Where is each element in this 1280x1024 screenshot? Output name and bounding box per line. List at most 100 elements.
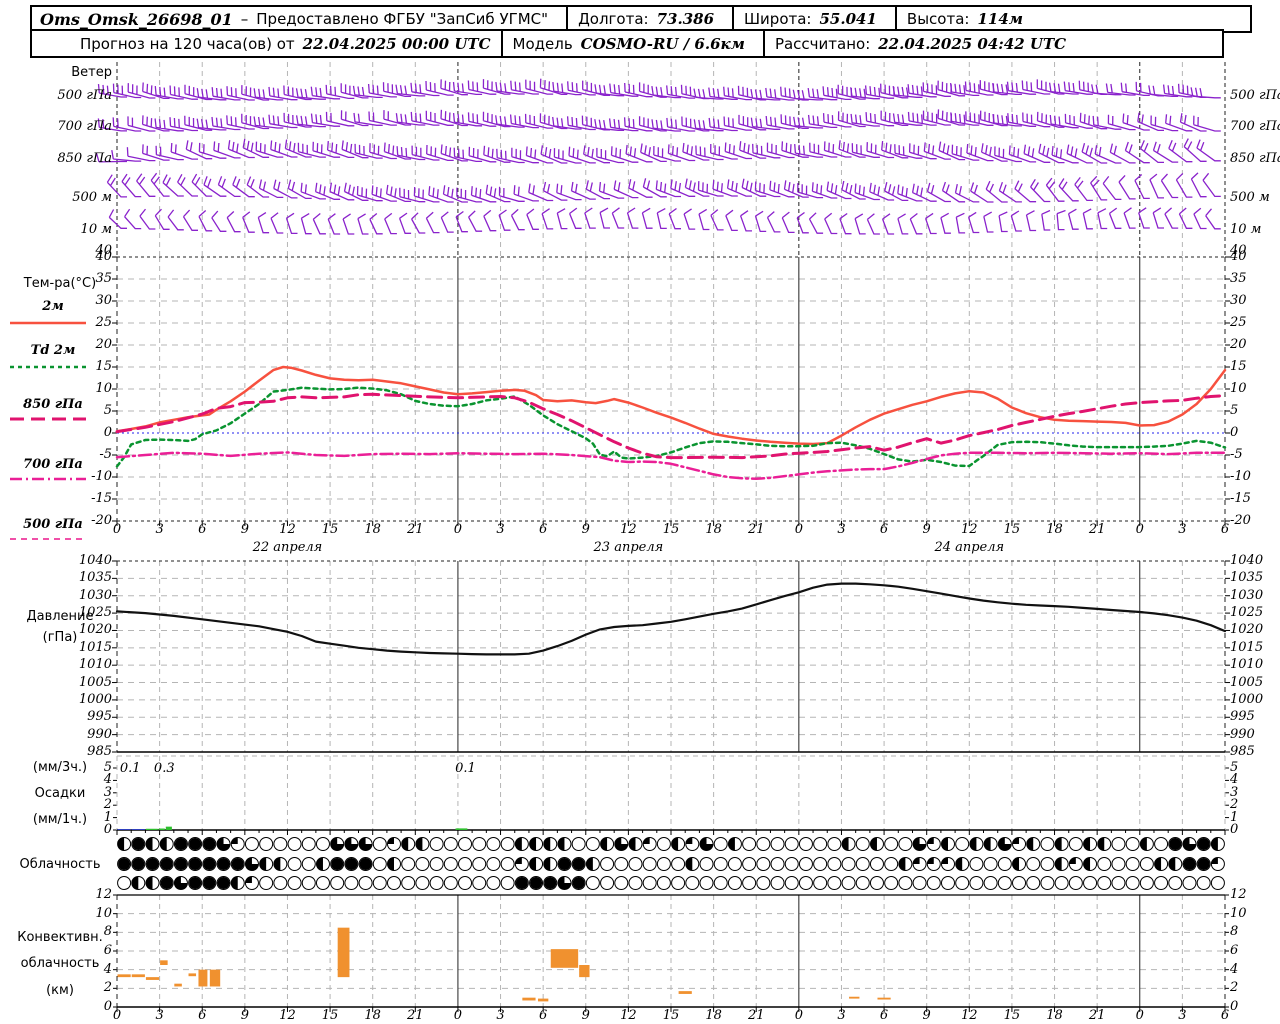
wind-barb (1082, 208, 1093, 230)
wind-barb (697, 181, 724, 197)
wind-barb (712, 180, 738, 197)
wind-barb (1102, 176, 1122, 201)
wind-barb (1090, 175, 1108, 201)
cloud-cover-circle-fill (1069, 857, 1076, 864)
pressure-ytick-right: 1030 (1230, 587, 1264, 603)
cloud-cover-circle (1168, 876, 1183, 890)
cloud-cover-circle (273, 876, 288, 890)
wind-barb-row-4 (106, 172, 1221, 203)
temp-ytick-right: 30 (1230, 293, 1247, 308)
hour-label: 0 (794, 522, 803, 537)
cloud-cover-circle-fill (530, 877, 543, 889)
pressure-ytick-left: 1005 (78, 674, 112, 690)
cloud-cover-circle-fill (543, 857, 551, 871)
hour-label: 12 (279, 522, 296, 537)
temp-ytick-right: -15 (1230, 491, 1251, 506)
hour-label-bottom: 18 (364, 1008, 381, 1023)
cloud-cover-circle (458, 876, 473, 890)
temp-ytick-left: 0 (103, 425, 112, 440)
temp-ytick-right: 25 (1230, 315, 1247, 330)
cloud-cover-circle-fill (1169, 838, 1182, 850)
wind-barb (655, 180, 681, 198)
cloud-cover-circle (1040, 857, 1055, 871)
cloud-cover-circle (443, 857, 458, 871)
cloud-cover-circle-fill (728, 837, 735, 851)
wind-barb (626, 207, 639, 229)
cloud-cover-circle (813, 857, 828, 871)
hour-label: 3 (837, 522, 846, 537)
cloud-cover-circle (727, 857, 742, 871)
hour-label: 12 (961, 522, 978, 537)
hour-label: 0 (1135, 522, 1144, 537)
cloud-cover-circle-fill (558, 858, 571, 870)
pressure-ytick-right: 1005 (1230, 674, 1264, 690)
wind-barb (541, 208, 554, 230)
wind-barb (1058, 178, 1079, 202)
cloud-cover-circle-fill (643, 837, 650, 844)
wind-barb (124, 208, 142, 230)
cloud-cover-circle-fill (117, 837, 125, 851)
cloud-cover-circle (486, 876, 501, 890)
wind-barb (641, 207, 653, 229)
wind-barb (226, 211, 241, 233)
cloud-cover-circle (642, 876, 657, 890)
legend-label-t2m: 2м (42, 299, 64, 314)
cloud-cover-circle-fill (842, 837, 849, 851)
wind-barb (198, 210, 213, 232)
wind-barb (371, 185, 397, 202)
hour-label-bottom: 15 (321, 1008, 339, 1023)
hour-label: 3 (155, 522, 164, 537)
cloud-cover-circle (600, 876, 615, 890)
precip-bar (145, 828, 158, 830)
cloud-cover-circle (742, 876, 757, 890)
wind-barb (841, 180, 866, 200)
cloud-cover-circle (756, 857, 771, 871)
hour-label: 0 (112, 522, 122, 537)
cloud-cover-circle (273, 837, 288, 851)
cloud-cover-circle-fill (1097, 837, 1105, 851)
cloud-cover-circle (287, 876, 302, 890)
cloud-cover-circle (358, 876, 373, 890)
temp-ytick-right: 5 (1230, 403, 1239, 418)
cloud-cover-circle (415, 876, 430, 890)
cloud-cover-circle (827, 837, 842, 851)
cloud-cover-circle (1068, 837, 1083, 851)
conv-ytick-left: 4 (103, 961, 112, 977)
cloud-cover-circle (1012, 876, 1027, 890)
convective-cloud-bar (198, 969, 208, 987)
pressure-ytick-left: 990 (87, 726, 112, 742)
wind-barb (1108, 207, 1122, 229)
convective-cloud-bar (877, 997, 891, 1000)
wind-barb (411, 212, 426, 234)
wind-barb (368, 111, 397, 126)
wind-barb (811, 182, 838, 199)
wind-barb (485, 184, 511, 203)
legend-label-t700: 700 гПа (23, 457, 83, 472)
cloud-cover-circle (472, 857, 487, 871)
wind-barb (941, 181, 966, 203)
cloud-cover-circle-fill (586, 857, 593, 871)
convective-cloud-bar (209, 969, 221, 987)
conv-ytick-right: 8 (1230, 924, 1239, 940)
cloud-cover-circle-fill (969, 837, 977, 851)
cloud-cover-circle-fill (401, 837, 409, 851)
cloud-cover-circle (969, 876, 984, 890)
wind-level-label: 500 гПа (1230, 88, 1280, 103)
wind-barb (585, 180, 610, 200)
wind-barb (483, 209, 497, 232)
cloud-cover-circle-fill (1012, 837, 1020, 844)
hour-label: 6 (879, 522, 889, 537)
wind-barb (526, 208, 539, 230)
cloud-cover-circle (884, 837, 899, 851)
cloud-cover-circle (813, 876, 828, 890)
wind-barb (1164, 207, 1179, 229)
cloud-cover-circle (500, 837, 515, 851)
cloud-cover-circle (1068, 876, 1083, 890)
cloud-cover-circle (713, 857, 728, 871)
cloud-cover-circle (656, 876, 671, 890)
pressure-ytick-right: 1020 (1230, 622, 1264, 638)
cloud-cover-circle (1182, 876, 1197, 890)
hour-label: 9 (240, 522, 249, 537)
cloud-cover-circle-fill (146, 876, 153, 890)
hour-label: 3 (1178, 522, 1187, 537)
